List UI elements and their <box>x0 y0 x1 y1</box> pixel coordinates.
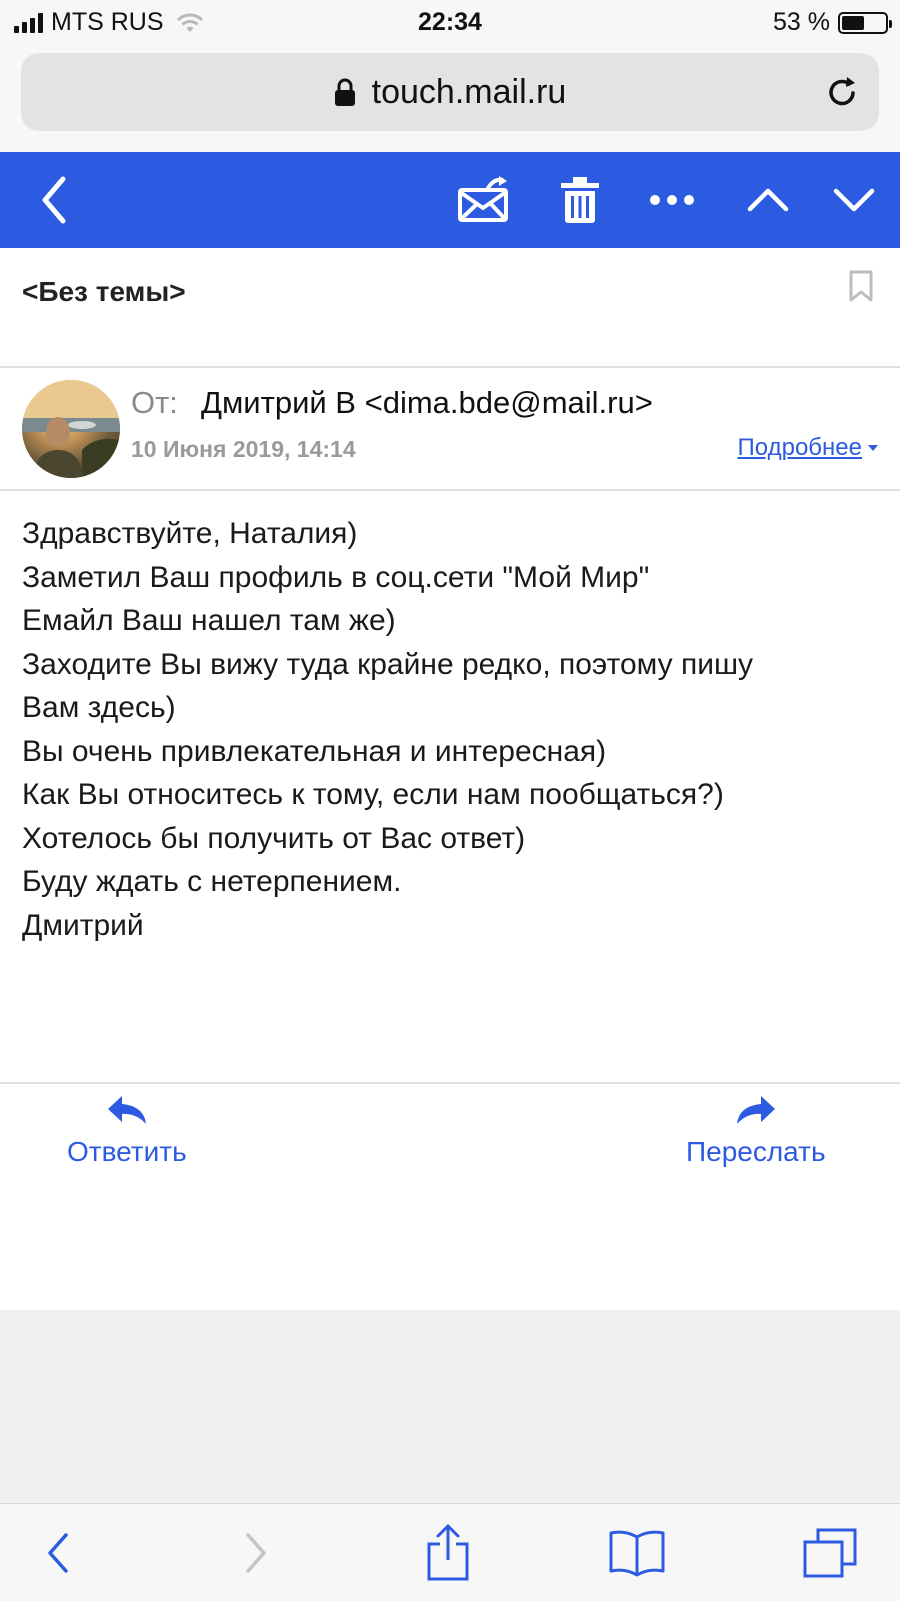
more-dots-icon <box>650 195 694 205</box>
divider <box>0 489 900 491</box>
clock: 22:34 <box>418 8 482 36</box>
body-line: Как Вы относитесь к тому, если нам пообщ… <box>22 778 724 811</box>
back-button[interactable] <box>24 152 84 248</box>
address-bar[interactable]: touch.mail.ru <box>21 53 879 131</box>
battery-icon <box>838 11 892 34</box>
reply-icon <box>107 1096 146 1124</box>
forward-button[interactable]: Переслать <box>686 1094 826 1168</box>
browser-back-button[interactable] <box>30 1504 86 1601</box>
previous-message-button[interactable] <box>740 152 796 248</box>
avatar[interactable] <box>22 380 120 478</box>
bookmarks-button[interactable] <box>604 1504 670 1601</box>
forward-icon <box>736 1096 775 1124</box>
email-body: Здравствуйте, Наталия) Заметил Ваш профи… <box>22 512 882 947</box>
body-line: Вы очень привлекательная и интересная) <box>22 734 607 768</box>
body-line: Заходите Вы вижу туда крайне редко, поэт… <box>22 647 754 681</box>
email-date: 10 Июня 2019, 14:14 <box>131 436 356 462</box>
trash-icon <box>561 177 599 223</box>
status-bar: MTS RUS 22:34 53 % <box>0 0 900 46</box>
battery-percent: 53 % <box>773 8 830 36</box>
from-label: От: <box>131 385 178 420</box>
body-line: Буду ждать с нетерпением. <box>22 865 402 898</box>
back-icon <box>48 1532 68 1573</box>
status-right: 53 % <box>773 8 892 37</box>
more-button[interactable] <box>644 152 700 248</box>
body-line: Вам здесь) <box>22 691 176 724</box>
body-line: Здравствуйте, Наталия) <box>22 517 358 550</box>
body-line: Хотелось бы получить от Вас ответ) <box>22 821 526 855</box>
mail-toolbar <box>0 152 900 248</box>
next-message-button[interactable] <box>826 152 882 248</box>
caret-down-icon <box>868 445 878 451</box>
browser-forward-button[interactable] <box>228 1504 284 1601</box>
divider <box>0 366 900 368</box>
details-link[interactable]: Подробнее <box>738 434 878 462</box>
safari-toolbar <box>0 1503 900 1601</box>
chevron-up-icon <box>747 188 789 212</box>
bookmark-icon[interactable] <box>848 270 874 302</box>
body-line: Дмитрий <box>22 908 144 942</box>
lock-icon <box>334 78 355 106</box>
share-button[interactable] <box>420 1504 476 1601</box>
avatar-photo <box>22 380 120 478</box>
browser-chrome: touch.mail.ru <box>0 46 900 152</box>
forward-icon <box>246 1532 266 1573</box>
spam-envelope-icon <box>458 176 508 222</box>
spam-button[interactable] <box>452 152 516 248</box>
email-subject: <Без темы> <box>22 276 186 307</box>
reply-label: Ответить <box>67 1136 187 1167</box>
divider <box>0 1082 900 1084</box>
page-footer-area <box>0 1310 900 1503</box>
chevron-down-icon <box>833 188 875 212</box>
sender-name[interactable]: Дмитрий В <dima.bde@mail.ru> <box>201 385 653 421</box>
reply-button[interactable]: Ответить <box>67 1094 187 1168</box>
tabs-icon <box>803 1528 857 1577</box>
forward-label: Переслать <box>686 1136 826 1167</box>
share-icon <box>427 1524 469 1580</box>
back-chevron-icon <box>42 176 66 224</box>
reload-icon[interactable] <box>825 73 861 111</box>
body-line: Емайл Ваш нашел там же) <box>22 604 396 637</box>
delete-button[interactable] <box>552 152 608 248</box>
url-text: touch.mail.ru <box>371 72 567 111</box>
tabs-button[interactable] <box>800 1504 860 1601</box>
bookmarks-icon <box>609 1530 665 1576</box>
body-line: Заметил Ваш профиль в соц.сети "Мой Мир" <box>22 560 650 594</box>
details-label: Подробнее <box>737 434 862 461</box>
